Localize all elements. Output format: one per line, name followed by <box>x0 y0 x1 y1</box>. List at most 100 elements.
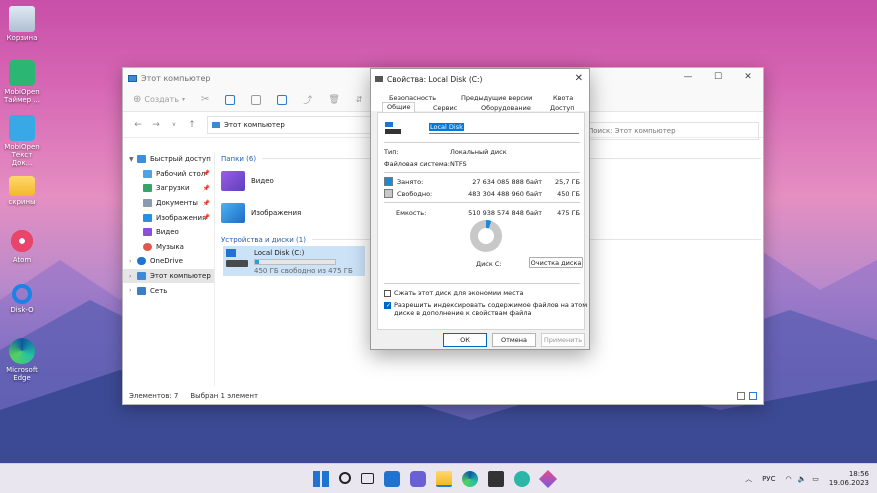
maximize-button[interactable]: ☐ <box>703 68 733 86</box>
chevron-up-icon[interactable]: ︿ <box>745 474 752 484</box>
nav-item-pictures[interactable]: Изображения 📌 <box>123 210 214 225</box>
desktop-icon-mobiopen-text[interactable]: MobiOpen Текст Док... <box>2 115 42 167</box>
nav-label: Этот компьютер <box>150 272 211 281</box>
store-icon[interactable] <box>488 471 504 487</box>
view-switcher <box>737 392 757 400</box>
volume-label-input[interactable]: Local Disk <box>429 123 579 134</box>
folder-label: Видео <box>251 177 274 185</box>
share-button[interactable]: ⤴ <box>303 93 312 106</box>
nav-item-documents[interactable]: Документы 📌 <box>123 196 214 211</box>
taskbar: ︿ РУС ◠ 🔈 ▭ 18:56 19.06.2023 <box>0 463 877 493</box>
system-tray: ︿ РУС ◠ 🔈 ▭ 18:56 19.06.2023 <box>745 464 877 493</box>
cancel-button[interactable]: Отмена <box>492 333 536 347</box>
details-view-icon[interactable] <box>737 392 745 400</box>
nav-label: Видео <box>156 228 179 237</box>
status-bar: Элементов: 7 Выбран 1 элемент <box>129 392 258 400</box>
edge-icon[interactable] <box>462 471 478 487</box>
network-icon <box>137 286 146 295</box>
nav-item-music[interactable]: Музыка <box>123 240 214 255</box>
search-icon[interactable] <box>339 472 351 484</box>
nav-item-videos[interactable]: Видео <box>123 225 214 240</box>
type-value: Локальный диск <box>450 148 507 156</box>
search-input[interactable]: Поиск: Этот компьютер <box>581 122 759 140</box>
close-button[interactable]: ✕ <box>733 68 763 86</box>
delete-button[interactable]: 🗑 <box>328 95 339 105</box>
star-icon <box>137 155 146 164</box>
widgets-icon[interactable] <box>384 471 400 487</box>
disk-cleanup-button[interactable]: Очистка диска <box>529 257 583 268</box>
task-view-icon[interactable] <box>361 473 374 484</box>
dialog-titlebar: Свойства: Local Disk (C:) ✕ <box>371 69 589 89</box>
compress-checkbox[interactable] <box>384 289 391 297</box>
used-label: Занято: <box>397 177 424 186</box>
capacity-gb: 475 ГБ <box>557 209 580 217</box>
free-gb: 450 ГБ <box>557 190 580 198</box>
desktop-icon-screenshots-folder[interactable]: скрины <box>2 172 42 206</box>
desktop-icon-recycle-bin[interactable]: Корзина <box>2 6 42 42</box>
drive-usage-bar <box>254 259 336 265</box>
nav-item-quick-access[interactable]: ▼ Быстрый доступ <box>123 152 214 167</box>
minimize-button[interactable]: — <box>673 68 703 86</box>
drive-item-c[interactable]: Local Disk (C:) 450 ГБ свободно из 475 Г… <box>223 246 365 276</box>
this-pc-icon <box>212 121 220 128</box>
index-label-line2: диске в дополнение к свойствам файла <box>394 309 532 317</box>
up-arrow-icon[interactable]: ↑ <box>183 120 201 130</box>
nav-item-this-pc[interactable]: › Этот компьютер <box>123 268 214 284</box>
tab-quota[interactable]: Квота <box>553 94 573 102</box>
app-icon[interactable] <box>538 469 558 489</box>
language-indicator[interactable]: РУС <box>762 475 775 483</box>
tab-hardware[interactable]: Оборудование <box>481 104 531 112</box>
more-icon: ⇵ <box>355 95 363 104</box>
nav-item-network[interactable]: › Сеть <box>123 283 214 298</box>
compress-checkbox-row[interactable]: Сжать этот диск для экономии места <box>384 289 524 297</box>
forward-arrow-icon[interactable]: → <box>147 120 165 130</box>
capacity-row: Емкость: <box>396 209 426 217</box>
pin-icon: 📌 <box>202 199 210 207</box>
file-explorer-icon[interactable] <box>436 471 452 487</box>
tab-sharing[interactable]: Доступ <box>550 104 575 112</box>
create-button[interactable]: ⊕ Создать ▾ <box>133 94 185 105</box>
paste-button[interactable] <box>251 94 262 105</box>
copy-button[interactable] <box>225 94 236 105</box>
divider <box>384 142 580 143</box>
trash-icon: 🗑 <box>328 94 340 105</box>
rename-button[interactable] <box>277 94 288 105</box>
desktop-icon-atom[interactable]: Atom <box>2 228 42 264</box>
drive-usage-fill <box>255 260 260 264</box>
nav-item-desktop[interactable]: Рабочий стол 📌 <box>123 167 214 182</box>
ok-button[interactable]: ОК <box>443 333 487 347</box>
recent-chevron-icon[interactable]: ∨ <box>165 121 183 128</box>
cut-button[interactable]: ✂ <box>201 94 209 105</box>
documents-icon <box>143 199 152 208</box>
used-gb: 25,7 ГБ <box>555 178 580 186</box>
tab-tools[interactable]: Сервис <box>433 104 457 112</box>
desktop-icon-edge[interactable]: Microsoft Edge <box>2 338 42 382</box>
battery-icon[interactable]: ▭ <box>812 475 819 483</box>
wifi-icon[interactable]: ◠ <box>785 475 791 483</box>
divider <box>384 172 580 173</box>
nav-item-downloads[interactable]: Загрузки 📌 <box>123 181 214 196</box>
apply-button[interactable]: Применить <box>541 333 585 347</box>
download-icon <box>143 184 152 193</box>
chat-icon[interactable] <box>410 471 426 487</box>
desktop-icon-label: скрины <box>8 198 36 206</box>
tiles-view-icon[interactable] <box>749 392 757 400</box>
volume-icon[interactable]: 🔈 <box>798 475 807 483</box>
nav-label: Рабочий стол <box>156 169 206 178</box>
nav-label: Музыка <box>156 242 184 251</box>
tab-general[interactable]: Общие <box>382 102 416 112</box>
nav-item-onedrive[interactable]: › OneDrive <box>123 254 214 269</box>
start-icon[interactable] <box>313 471 329 487</box>
tab-previous-versions[interactable]: Предыдущие версии <box>461 94 532 102</box>
app-icon[interactable] <box>514 471 530 487</box>
desktop-icon-disk-o[interactable]: Disk-O <box>2 284 42 314</box>
nav-label: Быстрый доступ <box>150 155 211 164</box>
desktop-icon-mobiopen-timer[interactable]: MobiOpen Таймер ... <box>2 60 42 104</box>
more-button[interactable]: ⇵ <box>356 95 363 104</box>
index-checkbox[interactable] <box>384 302 391 309</box>
back-arrow-icon[interactable]: ← <box>129 120 147 130</box>
tab-security[interactable]: Безопасность <box>389 94 436 102</box>
clock[interactable]: 18:56 19.06.2023 <box>829 470 869 488</box>
index-checkbox-row[interactable]: Разрешить индексировать содержимое файло… <box>384 301 587 317</box>
close-icon[interactable]: ✕ <box>575 73 583 84</box>
